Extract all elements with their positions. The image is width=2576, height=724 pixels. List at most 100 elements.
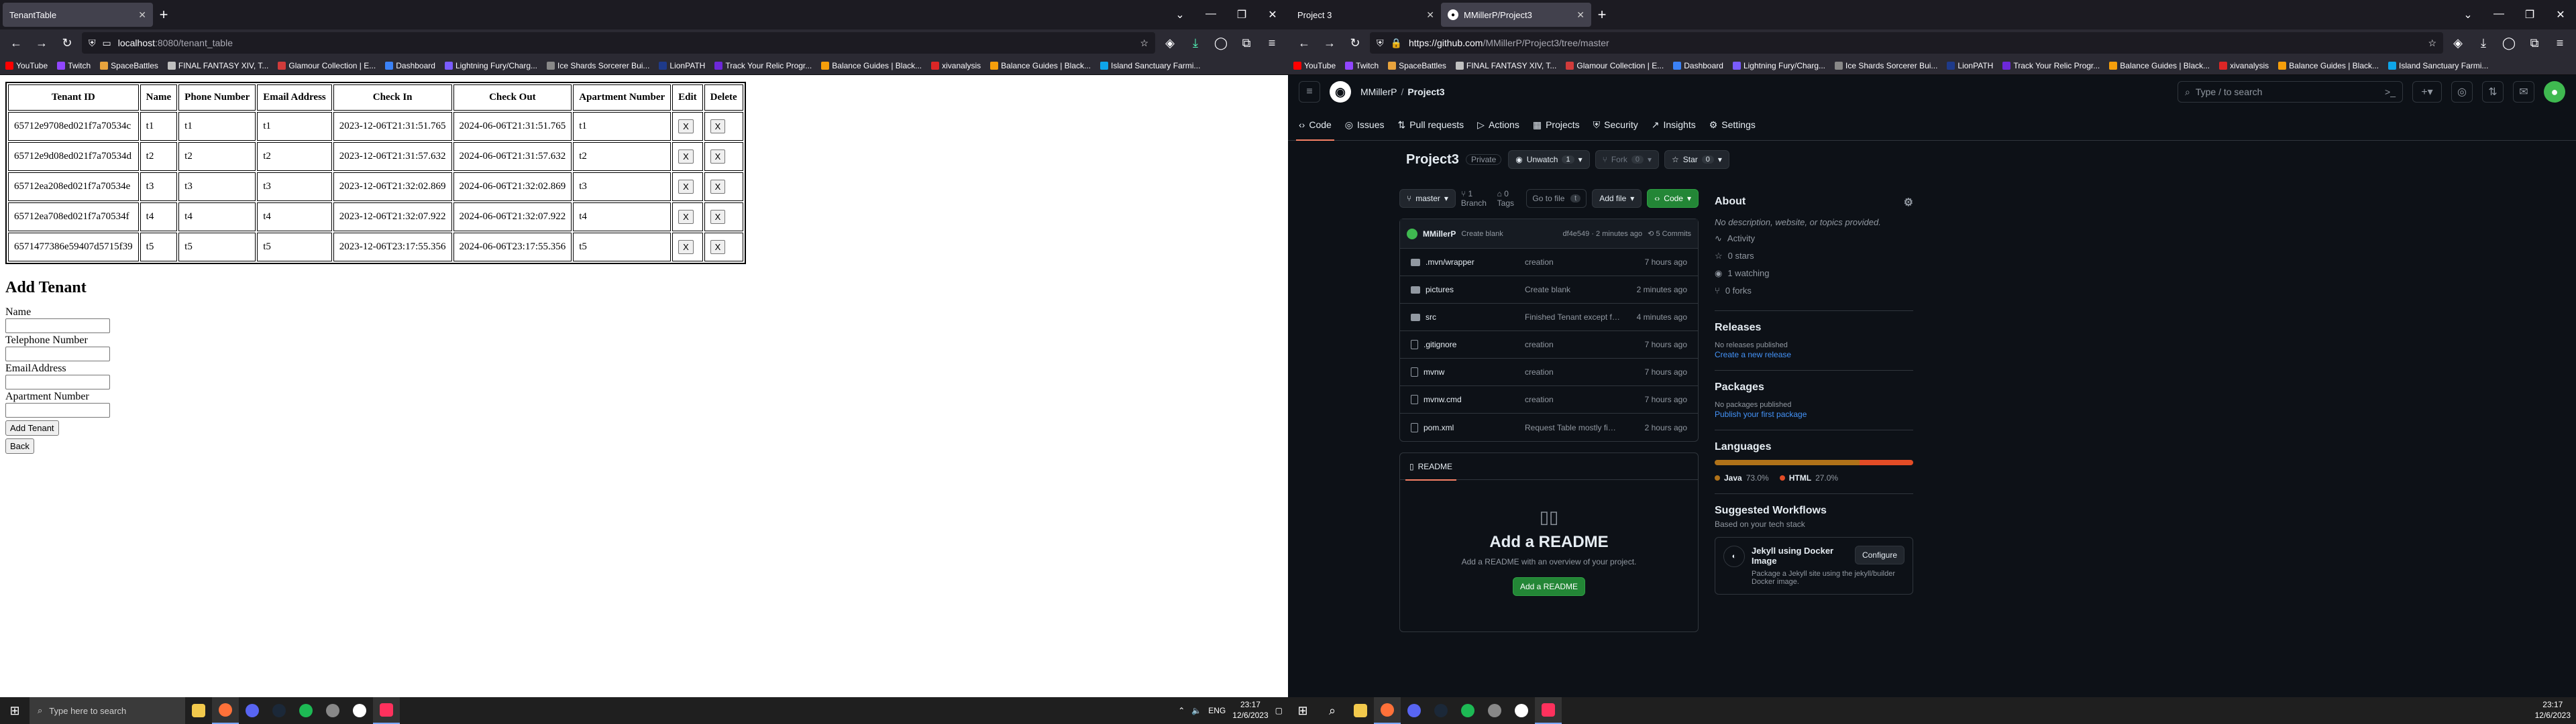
bookmark-item[interactable]: FINAL FANTASY XIV, T... [1455,61,1556,70]
apartment-field[interactable] [5,403,110,418]
file-row[interactable]: pictures Create blank 2 minutes ago [1400,276,1698,304]
file-explorer-icon[interactable] [1347,697,1374,724]
bookmark-item[interactable]: LionPATH [1947,61,1993,70]
file-name[interactable]: pictures [1426,285,1454,294]
taskbar-search[interactable]: ⌕ Type here to search [30,697,185,724]
delete-button[interactable]: X [710,119,726,133]
commit-hash-time[interactable]: df4e549 · 2 minutes ago [1563,230,1643,238]
firefox-icon[interactable] [212,697,239,724]
intellij-icon[interactable] [373,697,400,724]
file-commit-message[interactable]: creation [1525,257,1620,267]
spotify-icon[interactable] [292,697,319,724]
create-release-link[interactable]: Create a new release [1715,350,1913,359]
delete-button[interactable]: X [710,180,726,194]
file-commit-message[interactable]: Finished Tenant except for update Apartm… [1525,312,1620,322]
tab-pull-requests[interactable]: ⇅ Pull requests [1397,109,1464,141]
menu-icon[interactable]: ≡ [1261,32,1283,54]
fork-button[interactable]: ⑂ Fork 0 ▾ [1595,150,1659,169]
breadcrumb-repo[interactable]: Project3 [1407,86,1444,97]
bookmark-item[interactable]: Island Sanctuary Farmi... [1100,61,1200,70]
discord-icon[interactable] [239,697,266,724]
steam-icon[interactable] [1428,697,1454,724]
issues-icon[interactable]: ◎ [2451,81,2473,103]
bookmark-item[interactable]: Lightning Fury/Charg... [444,61,537,70]
bookmark-item[interactable]: Balance Guides | Black... [990,61,1091,70]
tab-issues[interactable]: ◎ Issues [1345,109,1385,141]
minimize-icon[interactable]: — [2483,8,2514,21]
email-field[interactable] [5,375,110,389]
bookmark-item[interactable]: FINAL FANTASY XIV, T... [167,61,268,70]
close-icon[interactable]: ✕ [1576,9,1585,21]
page-info-icon[interactable]: ▭ [103,38,111,49]
maximize-icon[interactable]: ❐ [1226,8,1257,21]
file-row[interactable]: mvnw creation 7 hours ago [1400,359,1698,386]
file-commit-message[interactable]: Request Table mostly finished - needs im… [1525,423,1620,432]
breadcrumb-owner[interactable]: MMillerP [1360,86,1397,97]
file-name[interactable]: src [1426,312,1436,322]
bookmark-item[interactable]: Track Your Relic Progr... [2002,61,2100,70]
file-name[interactable]: mvnw [1424,367,1444,377]
delete-button[interactable]: X [710,240,726,254]
tab-tenant-table[interactable]: TenantTable ✕ [3,3,153,27]
bookmark-item[interactable]: xivanalysis [2219,61,2269,70]
bookmark-item[interactable]: SpaceBattles [1388,61,1446,70]
configure-button[interactable]: Configure [1854,546,1904,565]
close-window-icon[interactable]: ✕ [1257,8,1288,21]
inbox-icon[interactable]: ✉ [2513,81,2534,103]
intellij-icon[interactable] [1535,697,1562,724]
volume-icon[interactable]: 🔈 [1191,706,1201,715]
menu-icon[interactable]: ≡ [2549,32,2571,54]
bookmark-item[interactable]: Island Sanctuary Farmi... [2388,61,2488,70]
clock[interactable]: 23:17 12/6/2023 [1232,700,1268,721]
delete-button[interactable]: X [710,149,726,164]
forks-link[interactable]: ⑂ 0 forks [1715,282,1913,300]
shield-icon[interactable]: ⛨ [89,38,96,49]
obs-icon[interactable] [1508,697,1535,724]
readme-tab[interactable]: ▯ README [1405,453,1456,481]
branches-link[interactable]: ⑂ 1 Branch [1461,189,1492,208]
file-name[interactable]: pom.xml [1424,423,1454,432]
settings-app-icon[interactable] [1481,697,1508,724]
bookmark-item[interactable]: Track Your Relic Progr... [714,61,812,70]
file-row[interactable]: src Finished Tenant except for update Apa… [1400,304,1698,331]
bookmark-item[interactable]: Balance Guides | Black... [2278,61,2379,70]
bookmark-item[interactable]: YouTube [5,61,48,70]
clock[interactable]: 23:17 12/6/2023 [2535,700,2571,721]
pull-requests-icon[interactable]: ⇅ [2482,81,2504,103]
back-icon[interactable]: ← [5,32,27,54]
delete-button[interactable]: X [710,210,726,224]
settings-app-icon[interactable] [319,697,346,724]
code-button[interactable]: ‹› Code ▾ [1647,189,1699,208]
tab-actions[interactable]: ▷ Actions [1477,109,1519,141]
file-commit-message[interactable]: Create blank [1525,285,1620,294]
pocket-icon[interactable]: ◈ [2447,32,2469,54]
bookmark-item[interactable]: Dashboard [385,61,435,70]
language-item[interactable]: HTML 27.0% [1779,473,1838,483]
bookmark-item[interactable]: Dashboard [1673,61,1723,70]
tab-settings[interactable]: ⚙ Settings [1709,109,1756,141]
tab-projects[interactable]: ▦ Projects [1533,109,1580,141]
file-row[interactable]: mvnw.cmd creation 7 hours ago [1400,386,1698,414]
packages-title[interactable]: Packages [1715,381,1913,394]
hamburger-menu-icon[interactable]: ≡ [1299,81,1320,103]
lang-indicator[interactable]: ENG [1208,706,1226,715]
edit-button[interactable]: X [678,149,694,164]
new-tab-icon[interactable]: + [153,6,174,23]
lock-icon[interactable]: 🔒 [1391,38,1402,49]
bookmark-item[interactable]: Ice Shards Sorcerer Bui... [547,61,649,70]
file-commit-message[interactable]: creation [1525,340,1620,349]
tab-code[interactable]: ‹› Code [1296,109,1334,141]
branch-selector[interactable]: ⑂ master ▾ [1399,189,1456,208]
star-button[interactable]: ☆ Star 0 ▾ [1664,150,1729,169]
minimize-icon[interactable]: — [1195,8,1226,21]
edit-button[interactable]: X [678,240,694,254]
commit-message[interactable]: Create blank [1461,230,1503,238]
spotify-icon[interactable] [1454,697,1481,724]
reload-icon[interactable]: ↻ [56,32,78,54]
edit-button[interactable]: X [678,119,694,133]
edit-button[interactable]: X [678,210,694,224]
bookmark-star-icon[interactable]: ☆ [2428,38,2436,49]
commits-link[interactable]: ⟲ 5 Commits [1648,229,1691,238]
stars-link[interactable]: ☆ 0 stars [1715,247,1913,265]
close-window-icon[interactable]: ✕ [2545,8,2576,21]
